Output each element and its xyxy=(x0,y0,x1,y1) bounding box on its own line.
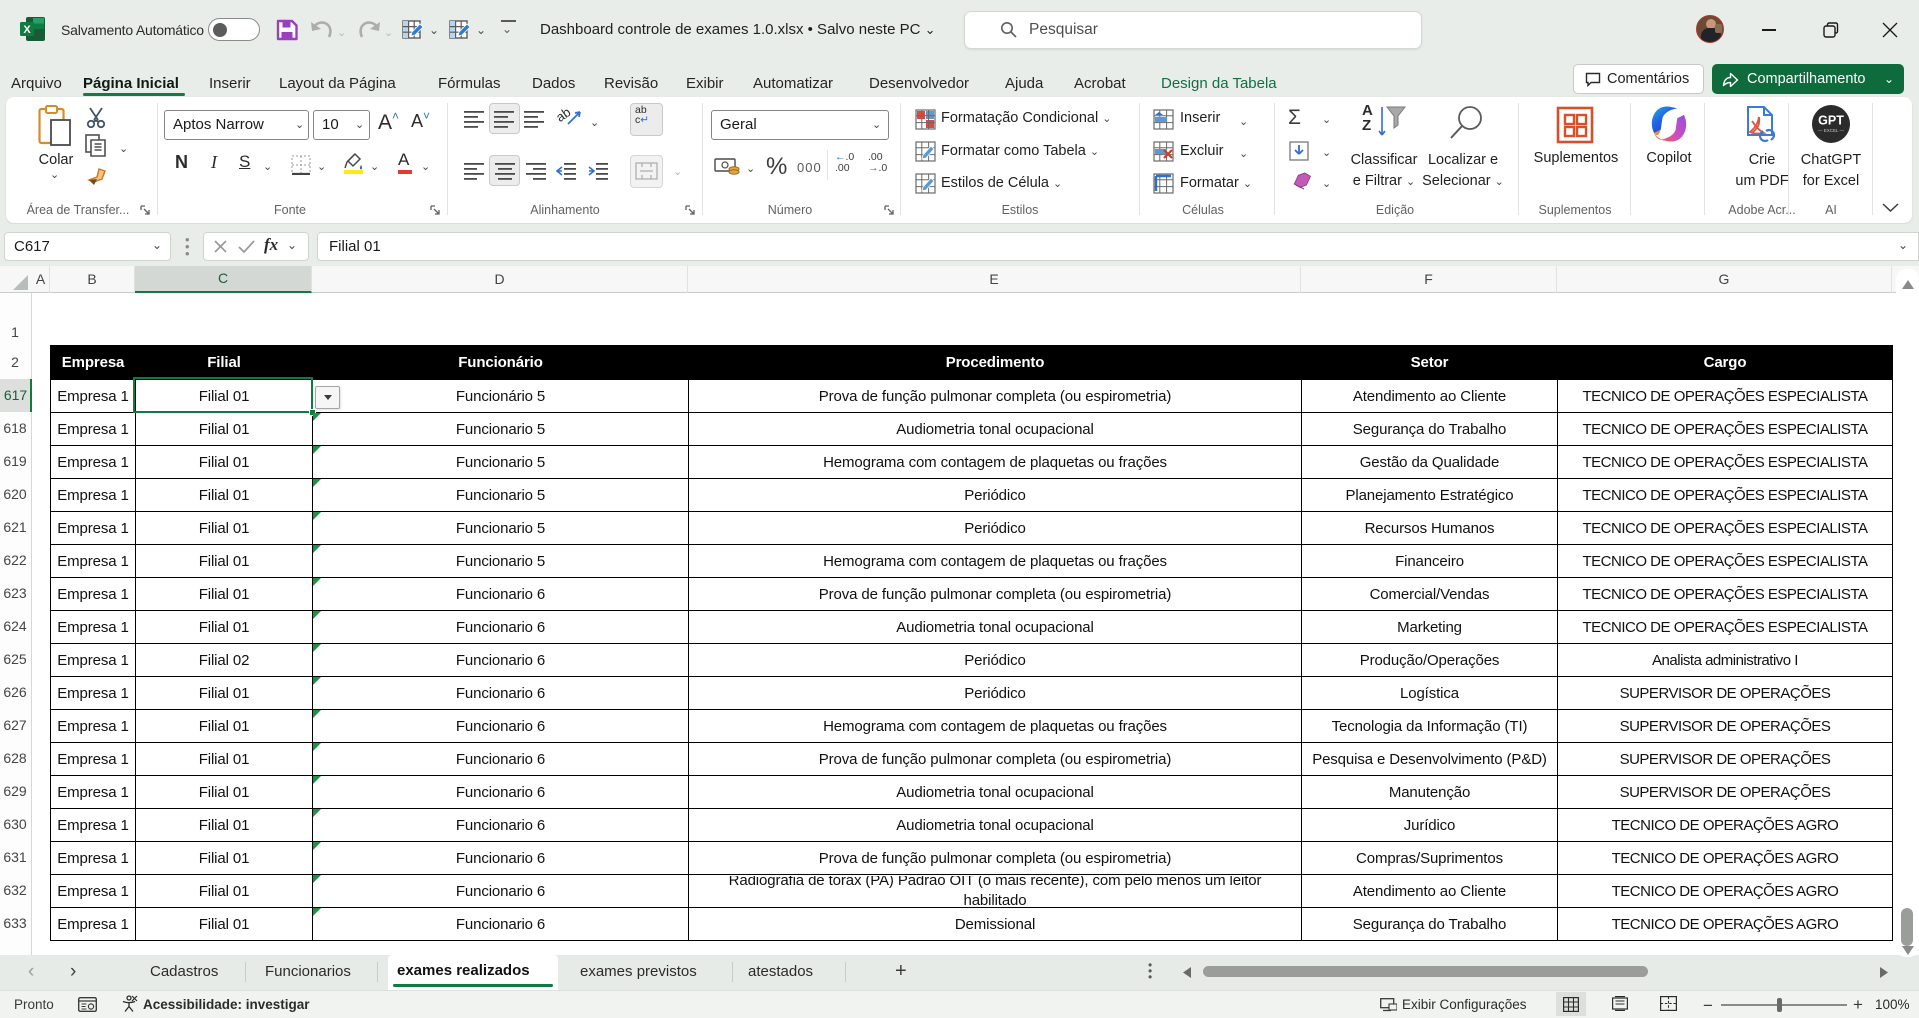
svg-text:X: X xyxy=(23,24,31,36)
svg-text:GPT: GPT xyxy=(1818,114,1844,128)
svg-text:— EXCEL —: — EXCEL — xyxy=(1818,128,1845,133)
